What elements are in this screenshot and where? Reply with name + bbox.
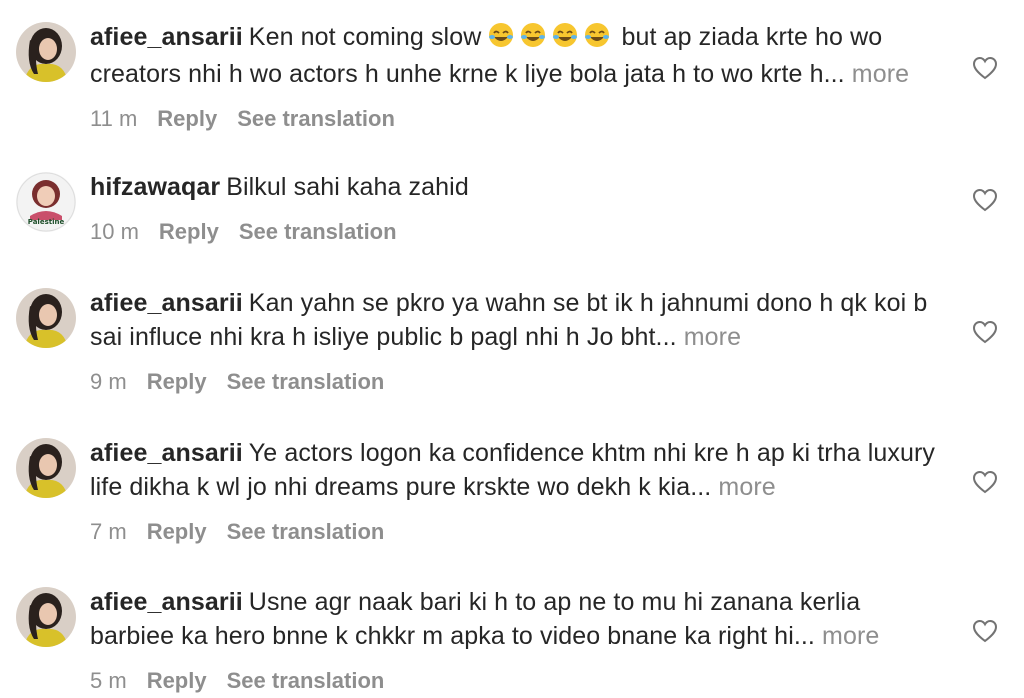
avatar[interactable] <box>16 587 76 647</box>
see-translation-button[interactable]: See translation <box>227 668 385 693</box>
comment-username[interactable]: afiee_ansarii <box>90 289 243 317</box>
comment-text: afiee_ansarii Usne agr naak bari ki h to … <box>90 585 950 653</box>
comment-text-part: Ken not coming slow <box>248 23 489 51</box>
more-link[interactable]: more <box>684 323 741 351</box>
like-heart-icon[interactable] <box>972 188 998 212</box>
avatar[interactable] <box>16 22 76 82</box>
more-link[interactable]: more <box>852 60 909 88</box>
reply-button[interactable]: Reply <box>159 219 219 244</box>
more-link[interactable]: more <box>718 473 775 501</box>
comment-text-part: Bilkul sahi kaha zahid <box>226 173 469 201</box>
comment-timestamp: 7 m <box>90 519 127 544</box>
comment-username[interactable]: afiee_ansarii <box>90 588 243 616</box>
reply-button[interactable]: Reply <box>147 668 207 693</box>
avatar[interactable] <box>16 288 76 348</box>
comment-meta: 10 m Reply See translation <box>90 218 950 246</box>
emoji-icon <box>488 22 614 57</box>
comment-body: afiee_ansarii Usne agr naak bari ki h to … <box>90 585 950 695</box>
comment-body: afiee_ansarii Kan yahn se pkro ya wahn se… <box>90 286 950 396</box>
avatar[interactable]: Palestine <box>16 172 76 232</box>
see-translation-button[interactable]: See translation <box>239 219 397 244</box>
like-heart-icon[interactable] <box>972 619 998 643</box>
like-heart-icon[interactable] <box>972 56 998 80</box>
comment-text: afiee_ansarii Ye actors logon ka confiden… <box>90 436 950 504</box>
comment-meta: 9 m Reply See translation <box>90 368 950 396</box>
see-translation-button[interactable]: See translation <box>237 106 395 131</box>
comment-body: afiee_ansarii Ye actors logon ka confiden… <box>90 436 950 546</box>
comment-text: hifzawaqar Bilkul sahi kaha zahid <box>90 170 950 204</box>
avatar-image: Palestine <box>16 172 76 232</box>
avatar-image <box>16 22 76 82</box>
like-heart-icon[interactable] <box>972 320 998 344</box>
comment-username[interactable]: afiee_ansarii <box>90 23 243 51</box>
reply-button[interactable]: Reply <box>147 369 207 394</box>
more-link[interactable]: more <box>822 622 879 650</box>
comment-timestamp: 10 m <box>90 219 139 244</box>
comment-meta: 5 m Reply See translation <box>90 667 950 695</box>
see-translation-button[interactable]: See translation <box>227 369 385 394</box>
avatar[interactable] <box>16 438 76 498</box>
comment-meta: 11 m Reply See translation <box>90 105 950 133</box>
comment-username[interactable]: hifzawaqar <box>90 173 220 201</box>
comment-timestamp: 9 m <box>90 369 127 394</box>
reply-button[interactable]: Reply <box>147 519 207 544</box>
comment-body: hifzawaqar Bilkul sahi kaha zahid 10 m Rep… <box>90 170 950 246</box>
comment-text: afiee_ansarii Ken not coming slow but ap … <box>90 20 950 91</box>
comment-username[interactable]: afiee_ansarii <box>90 439 243 467</box>
avatar-image <box>16 438 76 498</box>
comment-timestamp: 11 m <box>90 106 138 131</box>
comment-body: afiee_ansarii Ken not coming slow but ap … <box>90 20 950 133</box>
like-heart-icon[interactable] <box>972 470 998 494</box>
avatar-caption: Palestine <box>28 218 65 226</box>
avatar-image <box>16 587 76 647</box>
avatar-image <box>16 288 76 348</box>
comment-meta: 7 m Reply See translation <box>90 518 950 546</box>
see-translation-button[interactable]: See translation <box>227 519 385 544</box>
comment-text: afiee_ansarii Kan yahn se pkro ya wahn se… <box>90 286 950 354</box>
reply-button[interactable]: Reply <box>157 106 217 131</box>
comment-timestamp: 5 m <box>90 668 127 693</box>
